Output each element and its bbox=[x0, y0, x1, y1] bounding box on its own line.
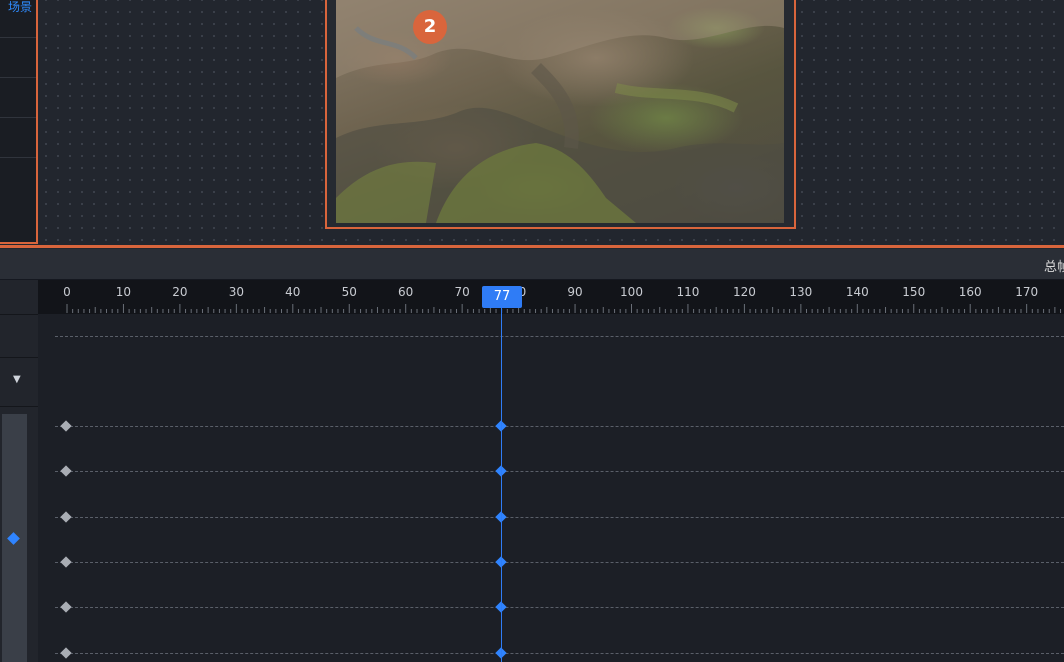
ruler-tick-label: 30 bbox=[228, 285, 244, 299]
viewport-area: 场景 2 bbox=[0, 0, 1064, 249]
ruler-tick-label: 130 bbox=[789, 285, 813, 299]
keyframe-diamond-icon[interactable] bbox=[60, 556, 72, 568]
track-line bbox=[55, 426, 1064, 427]
ruler-tick-label: 40 bbox=[285, 285, 301, 299]
timeline-toolbar: 总帧 bbox=[0, 249, 1064, 280]
track-list-panel: ▼ bbox=[0, 280, 39, 662]
total-frames-label: 总帧 bbox=[1043, 260, 1064, 275]
keyframe-diamond-icon[interactable] bbox=[60, 420, 72, 432]
scene-list-item[interactable] bbox=[0, 118, 36, 158]
ruler-tick-label: 140 bbox=[845, 285, 869, 299]
scene-list-item[interactable] bbox=[0, 38, 36, 78]
scene-list-panel: 场景 bbox=[0, 0, 38, 244]
ruler-tick-label: 150 bbox=[902, 285, 926, 299]
scene-link[interactable]: 场景 bbox=[8, 0, 32, 14]
playhead-frame-indicator[interactable]: 77 bbox=[482, 286, 522, 308]
ruler-tick-label: 170 bbox=[1015, 285, 1039, 299]
track-guide-line bbox=[55, 336, 1064, 337]
track-header-row bbox=[0, 315, 38, 358]
ruler-tick-label: 100 bbox=[620, 285, 643, 299]
playhead-line bbox=[501, 306, 502, 662]
track-group-dropdown[interactable]: ▼ bbox=[0, 358, 38, 407]
track-line bbox=[55, 561, 1064, 563]
ruler-tick-label: 90 bbox=[567, 285, 583, 299]
ruler-tick-label: 10 bbox=[115, 285, 132, 299]
track-header-row bbox=[0, 280, 38, 315]
ruler-tick-label: 20 bbox=[172, 285, 188, 299]
step-badge: 2 bbox=[413, 10, 447, 44]
ruler-tick-label: 160 bbox=[958, 285, 982, 299]
keyframe-diamond-icon[interactable] bbox=[60, 465, 72, 477]
keyframe-diamond-icon[interactable] bbox=[60, 601, 72, 613]
panel-divider[interactable] bbox=[0, 245, 1064, 248]
track-line bbox=[55, 471, 1064, 473]
ruler-tick-label: 60 bbox=[398, 285, 414, 299]
chevron-down-icon[interactable]: ▼ bbox=[13, 374, 21, 385]
keyframe-track-area[interactable] bbox=[38, 314, 1064, 662]
ruler-tick-label: 50 bbox=[341, 285, 357, 299]
keyframe-diamond-icon[interactable] bbox=[60, 510, 72, 523]
scene-list-item[interactable] bbox=[0, 78, 36, 118]
ruler-tick-label: 0 bbox=[63, 285, 71, 299]
track-line bbox=[55, 607, 1064, 609]
ruler-tick-label: 70 bbox=[454, 285, 470, 299]
track-line bbox=[55, 652, 1064, 654]
ruler-tick-label: 120 bbox=[732, 285, 756, 299]
scene-viewport[interactable]: 2 bbox=[325, 0, 796, 229]
ruler-tick-label: 110 bbox=[676, 285, 700, 299]
track-line bbox=[55, 516, 1064, 518]
keyframe-diamond-icon[interactable] bbox=[60, 646, 72, 659]
terrain-render-image bbox=[336, 0, 784, 223]
frame-ruler[interactable]: 0102030405060708090100110120130140150160… bbox=[38, 280, 1064, 314]
